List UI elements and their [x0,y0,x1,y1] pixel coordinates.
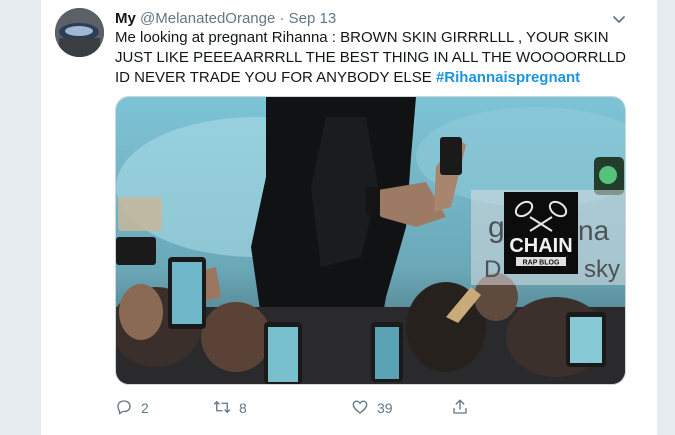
retweet-button[interactable]: 8 [213,396,247,420]
reply-button[interactable]: 2 [115,396,149,420]
retweet-count: 8 [239,400,247,416]
avatar[interactable] [55,8,104,57]
tweet-date[interactable]: Sep 13 [289,10,337,27]
user-handle[interactable]: @MelanatedOrange [140,10,275,27]
reply-count: 2 [141,400,149,416]
display-name[interactable]: My [115,10,136,27]
retweet-icon [213,398,239,419]
watermark-title: CHAIN [509,235,572,257]
heart-icon [351,398,377,419]
overlay-text-na: na [578,215,610,246]
tweet-actions: 2 8 39 [115,396,635,420]
overlay-text-d: D [484,256,501,283]
tweet-header: My @MelanatedOrange · Sep 13 [115,9,635,29]
share-button[interactable] [451,396,477,420]
separator: · [279,10,285,27]
reply-icon [115,398,141,419]
watermark-subtitle: RAP BLOG [523,260,560,267]
share-icon [451,398,477,419]
like-count: 39 [377,400,393,416]
overlay-text-g: g [488,211,505,244]
overlay-text-sky: sky [584,256,620,283]
avatar-image [55,8,104,57]
tweet-text: Me looking at pregnant Rihanna : BROWN S… [115,28,635,88]
concert-photo: g na D sky CHAIN RAP BLOG [116,97,625,384]
like-button[interactable]: 39 [351,396,393,420]
chevron-down-icon[interactable] [609,9,629,29]
hashtag-link[interactable]: #Rihannaispregnant [436,69,580,86]
tweet-card[interactable]: My @MelanatedOrange · Sep 13 Me looking … [40,0,658,435]
tweet-media[interactable]: g na D sky CHAIN RAP BLOG [115,96,626,385]
chain-rap-blog-logo: CHAIN RAP BLOG [504,192,578,274]
